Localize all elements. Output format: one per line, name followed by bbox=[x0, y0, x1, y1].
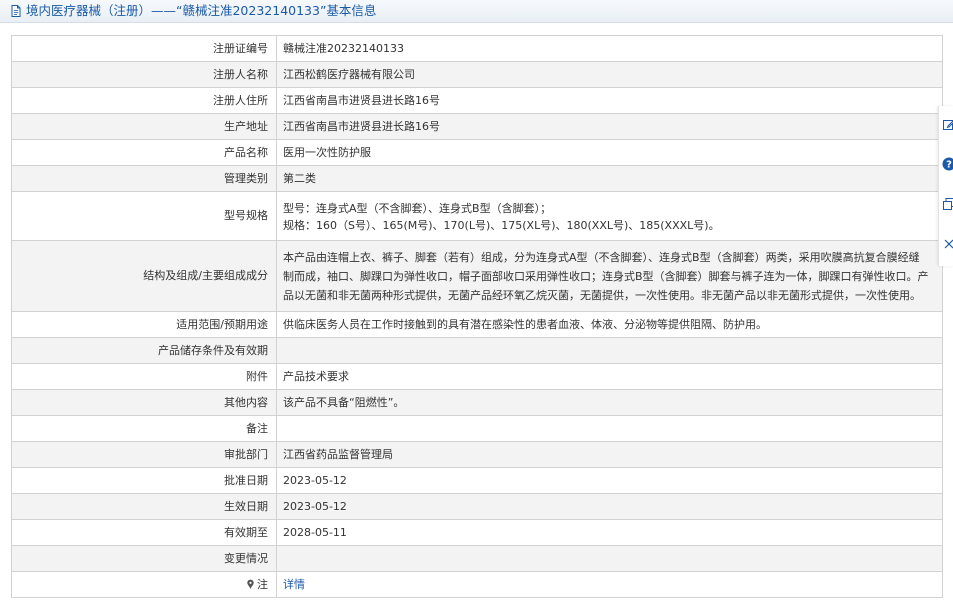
field-label: 附件 bbox=[11, 363, 277, 390]
field-value: 2028-05-11 bbox=[276, 519, 943, 546]
field-value bbox=[276, 337, 943, 364]
table-row: 其他内容 该产品不具备“阻燃性”。 bbox=[11, 389, 943, 416]
table-row: 注册证编号 赣械注准20232140133 bbox=[11, 35, 943, 62]
table-row: 型号规格 型号：连身式A型（不含脚套）、连身式B型（含脚套）； 规格：160（S… bbox=[11, 191, 943, 241]
table-row: 生产地址 江西省南昌市进贤县进长路16号 bbox=[11, 113, 943, 140]
table-row: 审批部门 江西省药品监督管理局 bbox=[11, 441, 943, 468]
value-line: 规格：160（S号）、165(M号)、170(L号)、175(XL号)、180(… bbox=[283, 219, 720, 232]
floating-toolbar: ? bbox=[938, 106, 953, 266]
value-line: 品以无菌和非无菌两种形式提供，无菌产品经环氧乙烷灭菌，无菌提供，一次性使用。非无… bbox=[283, 288, 921, 302]
edit-icon[interactable] bbox=[942, 118, 953, 132]
table-row: 注 详情 bbox=[11, 571, 943, 598]
table-row: 产品名称 医用一次性防护服 bbox=[11, 139, 943, 166]
svg-text:?: ? bbox=[946, 160, 952, 171]
field-value: 产品技术要求 bbox=[276, 363, 943, 390]
field-label: 生产地址 bbox=[11, 113, 277, 140]
value-line: 本产品由连帽上衣、裤子、脚套（若有）组成，分为连身式A型（不含脚套）、连身式B型… bbox=[283, 250, 920, 264]
field-label: 备注 bbox=[11, 415, 277, 442]
close-icon[interactable] bbox=[942, 237, 953, 251]
table-row: 批准日期 2023-05-12 bbox=[11, 467, 943, 494]
field-label: 管理类别 bbox=[11, 165, 277, 192]
field-value: 江西松鹤医疗器械有限公司 bbox=[276, 61, 943, 88]
table-row: 结构及组成/主要组成成分 本产品由连帽上衣、裤子、脚套（若有）组成，分为连身式A… bbox=[11, 240, 943, 312]
table-row: 适用范围/预期用途 供临床医务人员在工作时接触到的具有潜在感染性的患者血液、体液… bbox=[11, 311, 943, 338]
field-label: 适用范围/预期用途 bbox=[11, 311, 277, 338]
field-label: 变更情况 bbox=[11, 545, 277, 572]
value-line: 制而成，袖口、脚踝口为弹性收口，帽子面部收口采用弹性收口；连身式B型（含脚套）脚… bbox=[283, 269, 929, 283]
field-value: 第二类 bbox=[276, 165, 943, 192]
table-row: 变更情况 bbox=[11, 545, 943, 572]
value-line: 型号：连身式A型（不含脚套）、连身式B型（含脚套）； bbox=[283, 202, 552, 215]
copy-icon[interactable] bbox=[942, 197, 953, 211]
note-label: 注 bbox=[257, 577, 268, 591]
page-header: 境内医疗器械（注册）——“赣械注准20232140133”基本信息 bbox=[0, 0, 953, 23]
table-row: 管理类别 第二类 bbox=[11, 165, 943, 192]
field-label: 注 bbox=[11, 571, 277, 598]
help-icon[interactable]: ? bbox=[942, 157, 953, 171]
details-link[interactable]: 详情 bbox=[283, 578, 305, 591]
field-value: 江西省药品监督管理局 bbox=[276, 441, 943, 468]
registration-info-table: 注册证编号 赣械注准20232140133 注册人名称 江西松鹤医疗器械有限公司… bbox=[11, 35, 943, 598]
field-value bbox=[276, 545, 943, 572]
field-value bbox=[276, 415, 943, 442]
field-label: 注册证编号 bbox=[11, 35, 277, 62]
table-row: 有效期至 2028-05-11 bbox=[11, 519, 943, 546]
field-label: 注册人名称 bbox=[11, 61, 277, 88]
table-row: 生效日期 2023-05-12 bbox=[11, 493, 943, 520]
field-value: 详情 bbox=[276, 571, 943, 598]
field-value: 江西省南昌市进贤县进长路16号 bbox=[276, 113, 943, 140]
field-label: 产品储存条件及有效期 bbox=[11, 337, 277, 364]
field-value: 本产品由连帽上衣、裤子、脚套（若有）组成，分为连身式A型（不含脚套）、连身式B型… bbox=[276, 240, 943, 312]
table-row: 注册人住所 江西省南昌市进贤县进长路16号 bbox=[11, 87, 943, 114]
field-label: 批准日期 bbox=[11, 467, 277, 494]
field-label: 结构及组成/主要组成成分 bbox=[11, 240, 277, 312]
field-label: 有效期至 bbox=[11, 519, 277, 546]
location-pin-icon bbox=[247, 579, 254, 589]
field-label: 型号规格 bbox=[11, 191, 277, 241]
field-label: 其他内容 bbox=[11, 389, 277, 416]
table-row: 备注 bbox=[11, 415, 943, 442]
page-title: 境内医疗器械（注册）——“赣械注准20232140133”基本信息 bbox=[26, 3, 377, 18]
field-value: 型号：连身式A型（不含脚套）、连身式B型（含脚套）； 规格：160（S号）、16… bbox=[276, 191, 943, 241]
field-value: 2023-05-12 bbox=[276, 493, 943, 520]
field-label: 审批部门 bbox=[11, 441, 277, 468]
field-label: 生效日期 bbox=[11, 493, 277, 520]
table-row: 附件 产品技术要求 bbox=[11, 363, 943, 390]
field-value: 医用一次性防护服 bbox=[276, 139, 943, 166]
table-row: 注册人名称 江西松鹤医疗器械有限公司 bbox=[11, 61, 943, 88]
document-icon bbox=[11, 5, 21, 17]
field-label: 产品名称 bbox=[11, 139, 277, 166]
field-value: 江西省南昌市进贤县进长路16号 bbox=[276, 87, 943, 114]
field-value: 供临床医务人员在工作时接触到的具有潜在感染性的患者血液、体液、分泌物等提供阻隔、… bbox=[276, 311, 943, 338]
field-value: 该产品不具备“阻燃性”。 bbox=[276, 389, 943, 416]
field-label: 注册人住所 bbox=[11, 87, 277, 114]
field-value: 2023-05-12 bbox=[276, 467, 943, 494]
field-value: 赣械注准20232140133 bbox=[276, 35, 943, 62]
table-row: 产品储存条件及有效期 bbox=[11, 337, 943, 364]
